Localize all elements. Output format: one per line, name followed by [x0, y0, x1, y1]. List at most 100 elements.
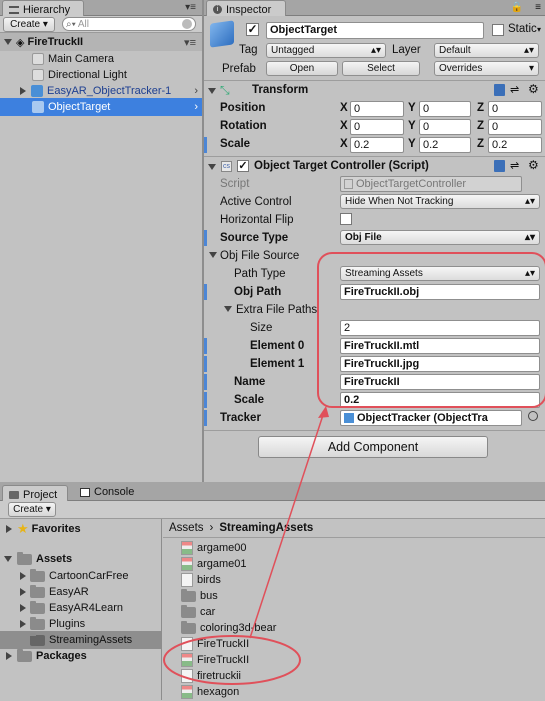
preset-icon[interactable]: ⇌: [510, 83, 519, 96]
help-book-icon[interactable]: [494, 160, 505, 172]
element1-field[interactable]: FireTruckII.jpg: [340, 356, 540, 372]
tab-project[interactable]: Project: [2, 485, 68, 501]
source-type-label: Source Type: [220, 232, 289, 244]
project-create-button[interactable]: Create ▾: [8, 502, 56, 517]
horizontal-flip-checkbox[interactable]: [340, 213, 352, 225]
prefab-overrides-dropdown[interactable]: Overrides ▾: [434, 61, 539, 76]
transform-title: Transform: [252, 84, 309, 96]
controller-title: Object Target Controller (Script): [254, 160, 429, 172]
layer-dropdown[interactable]: Default ▴▾: [434, 43, 539, 58]
expand-icon[interactable]: [20, 572, 26, 580]
transform-row-label: Scale: [220, 138, 251, 150]
hierarchy-item-selected[interactable]: ObjectTarget ›: [0, 98, 202, 116]
tracker-field[interactable]: ObjectTracker (ObjectTra: [340, 410, 522, 426]
file-label: hexagon: [197, 686, 240, 698]
assets-row[interactable]: Assets: [0, 550, 161, 568]
axis-z-label: Z: [477, 138, 485, 150]
override-marker: [204, 374, 207, 390]
expand-icon[interactable]: [20, 87, 26, 95]
prefab-icon: [31, 85, 43, 97]
scene-name: FireTruckII: [27, 36, 84, 48]
scale-y-field[interactable]: 0.2: [419, 137, 471, 153]
active-checkbox[interactable]: ✓: [246, 23, 259, 36]
object-name-field[interactable]: ObjectTarget: [266, 22, 484, 39]
scale-field[interactable]: 0.2: [340, 392, 540, 408]
fold-icon[interactable]: [208, 88, 216, 94]
breadcrumb-current[interactable]: StreamingAssets: [219, 522, 313, 534]
active-control-dropdown[interactable]: Hide When Not Tracking ▴▾: [340, 194, 540, 209]
gear-icon[interactable]: ⚙: [528, 158, 539, 172]
object-picker-icon[interactable]: [528, 411, 538, 421]
axis-z-label: Z: [477, 102, 485, 114]
extra-paths-fold-icon[interactable]: [224, 306, 232, 312]
size-field[interactable]: 2: [340, 320, 540, 336]
scene-menu-icon[interactable]: ▾≡: [184, 36, 196, 49]
scale-z-field[interactable]: 0.2: [488, 137, 542, 153]
obj-file-source-fold-icon[interactable]: [209, 252, 217, 258]
inspector-menu-icon[interactable]: ≡: [535, 2, 541, 13]
script-field[interactable]: ObjectTargetController: [340, 176, 522, 192]
folder-icon: [17, 551, 32, 565]
dropdown-arrow-icon: ▾: [528, 63, 534, 74]
lock-icon[interactable]: 🔒: [511, 2, 523, 13]
position-x-field[interactable]: 0: [350, 101, 404, 117]
name-field[interactable]: FireTruckII: [340, 374, 540, 390]
tab-console[interactable]: Console: [80, 486, 134, 498]
file-item[interactable]: hexagon: [163, 683, 545, 701]
prefab-select-button[interactable]: Select: [342, 61, 420, 76]
hierarchy-menu-icon[interactable]: ▾≡: [185, 2, 196, 13]
tab-inspector[interactable]: i Inspector: [206, 0, 286, 16]
source-type-dropdown[interactable]: Obj File ▴▾: [340, 230, 540, 245]
help-book-icon[interactable]: [494, 84, 505, 96]
expand-icon[interactable]: [6, 652, 12, 660]
name-label: Name: [234, 376, 266, 388]
gear-icon[interactable]: ⚙: [528, 82, 539, 96]
image-file-icon: [181, 541, 193, 555]
prefab-open-button[interactable]: Open: [266, 61, 338, 76]
rotation-z-field[interactable]: 0: [488, 119, 542, 135]
clear-search-icon[interactable]: [182, 19, 192, 29]
chevron-right-icon[interactable]: ›: [194, 85, 198, 97]
position-y-field[interactable]: 0: [419, 101, 471, 117]
scale-x-field[interactable]: 0.2: [350, 137, 404, 153]
override-marker: [204, 356, 207, 372]
tab-hierarchy[interactable]: Hierarchy: [2, 0, 84, 16]
fold-icon[interactable]: [208, 164, 216, 170]
folder-icon: [181, 588, 196, 602]
rotation-y-field[interactable]: 0: [419, 119, 471, 135]
inspector-tabbar: i Inspector 🔒 ≡: [204, 0, 545, 16]
hierarchy-create-button[interactable]: Create ▾: [3, 17, 55, 32]
preset-icon[interactable]: ⇌: [510, 159, 519, 172]
scene-row[interactable]: ◈ FireTruckII ▾≡: [0, 33, 202, 51]
hierarchy-search-input[interactable]: ⌕▾ All: [62, 17, 196, 31]
component-enabled-checkbox[interactable]: ✓: [237, 160, 249, 172]
expand-icon[interactable]: [20, 604, 26, 612]
path-type-dropdown[interactable]: Streaming Assets ▴▾: [340, 266, 540, 281]
static-dropdown-icon[interactable]: ▾: [537, 25, 541, 34]
breadcrumb-root[interactable]: Assets: [169, 522, 204, 534]
rotation-x-field[interactable]: 0: [350, 119, 404, 135]
scene-fold-icon[interactable]: [4, 39, 12, 45]
project-sidebar: ★ Favorites Assets CartoonCarFree EasyAR…: [0, 519, 162, 700]
folder-icon: [181, 604, 196, 618]
element0-field[interactable]: FireTruckII.mtl: [340, 338, 540, 354]
position-z-field[interactable]: 0: [488, 101, 542, 117]
expand-icon[interactable]: [6, 525, 12, 533]
controller-header[interactable]: cs ✓ Object Target Controller (Script) ⇌…: [204, 158, 545, 176]
static-checkbox[interactable]: [492, 24, 504, 36]
chevron-right-icon[interactable]: ›: [194, 101, 198, 113]
transform-header[interactable]: ⤡ Transform ⇌ ⚙: [204, 82, 545, 100]
star-icon: ★: [17, 521, 29, 536]
expand-icon[interactable]: [20, 588, 26, 596]
obj-path-field[interactable]: FireTruckII.obj: [340, 284, 540, 300]
packages-row[interactable]: Packages: [0, 647, 161, 665]
file-icon: [181, 637, 193, 651]
tag-dropdown[interactable]: Untagged ▴▾: [266, 43, 386, 58]
add-component-button[interactable]: Add Component: [258, 436, 488, 458]
console-icon: [80, 487, 90, 497]
favorites-row[interactable]: ★ Favorites: [0, 520, 161, 538]
expand-icon[interactable]: [20, 620, 26, 628]
dropdown-arrow-icon: ▴▾: [523, 45, 534, 56]
hierarchy-tabbar: Hierarchy ▾≡: [0, 0, 202, 16]
fold-icon[interactable]: [4, 556, 12, 562]
